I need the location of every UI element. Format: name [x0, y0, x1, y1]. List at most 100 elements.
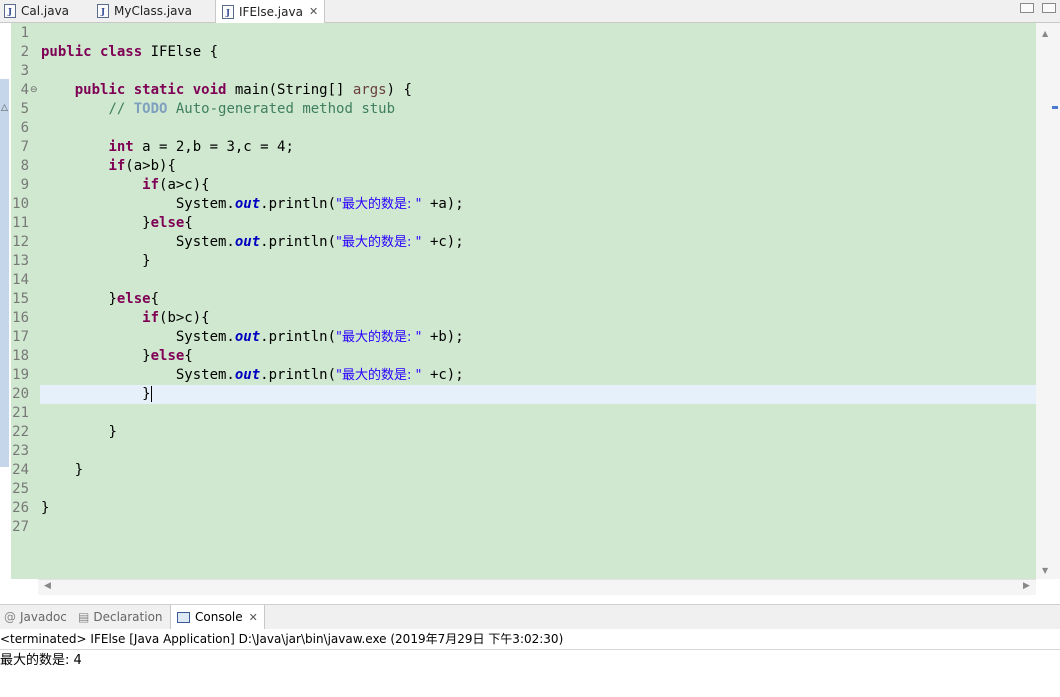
- editor-tab-bar: J Cal.java J MyClass.java J IFElse.java …: [0, 0, 1060, 23]
- code-line: System.out.println("最大的数是: " +c);: [41, 233, 464, 252]
- tab-label: MyClass.java: [114, 4, 192, 18]
- code-token: }: [74, 462, 84, 478]
- code-line: System.out.println("最大的数是: " +b);: [41, 328, 464, 347]
- tab-label: Javadoc: [20, 610, 67, 624]
- java-file-icon: J: [4, 4, 16, 18]
- keyword: if: [142, 177, 160, 193]
- line-number: 19: [12, 367, 29, 383]
- tab-label: IFElse.java: [239, 4, 303, 19]
- code-line: // TODO Auto-generated method stub: [41, 100, 395, 119]
- code-token: IFElse {: [142, 44, 219, 60]
- declaration-icon: ▤: [78, 610, 90, 624]
- scroll-up-icon[interactable]: ▲: [1042, 29, 1048, 38]
- code-token: {: [150, 291, 160, 307]
- keyword: int: [108, 139, 134, 155]
- code-token: {: [184, 215, 193, 231]
- code-line: if(b>c){: [41, 309, 210, 328]
- code-token: .println(: [260, 234, 337, 250]
- maximize-button[interactable]: [1042, 3, 1056, 13]
- keyword: else: [150, 215, 185, 231]
- at-icon: @: [4, 610, 16, 624]
- keyword: public static void: [74, 82, 227, 98]
- code-line: }: [41, 423, 117, 442]
- code-editor[interactable]: △ ⊖ 1 2 3 4 5 6 7 8 9 10 11 12 13 14 15 …: [0, 23, 1060, 595]
- code-token: }: [142, 386, 151, 402]
- code-token: }: [108, 424, 117, 440]
- code-token: }: [108, 291, 117, 307]
- line-number: 15: [12, 291, 29, 307]
- code-token: System.: [175, 234, 235, 250]
- scroll-left-icon[interactable]: ◀: [44, 581, 51, 591]
- code-text[interactable]: public class IFElse { public static void…: [41, 23, 1031, 579]
- code-line: public static void main(String[] args) {: [41, 81, 412, 100]
- line-number: 7: [20, 139, 29, 155]
- java-file-icon: J: [222, 4, 234, 19]
- static-field: out: [234, 196, 261, 212]
- line-number-gutter: 1 2 3 4 5 6 7 8 9 10 11 12 13 14 15 16 1…: [11, 23, 38, 579]
- comment: //: [108, 101, 134, 117]
- code-line: }: [41, 499, 49, 518]
- code-line: int a = 2,b = 3,c = 4;: [41, 138, 294, 157]
- close-tab-icon[interactable]: ✕: [249, 611, 258, 624]
- range-indicator: [0, 79, 9, 467]
- line-number: 17: [12, 329, 29, 345]
- line-number: 2: [20, 44, 29, 60]
- line-number: 26: [12, 500, 29, 516]
- horizontal-scrollbar[interactable]: [38, 579, 1036, 595]
- string-literal: "最大的数是: ": [336, 330, 422, 345]
- code-line: if(a>c){: [41, 176, 210, 195]
- line-number: 23: [12, 443, 29, 459]
- code-line: }else{: [41, 214, 193, 233]
- line-number: 11: [12, 215, 29, 231]
- line-number: 3: [20, 63, 29, 79]
- minimize-button[interactable]: [1020, 3, 1034, 13]
- scroll-down-icon[interactable]: ▼: [1042, 566, 1048, 575]
- code-token: a = 2,b = 3,c = 4;: [133, 139, 294, 155]
- code-token: }: [142, 348, 151, 364]
- static-field: out: [234, 234, 261, 250]
- tab-cal-java[interactable]: J Cal.java: [4, 0, 69, 22]
- keyword: else: [150, 348, 185, 364]
- line-number: 24: [12, 462, 29, 478]
- tab-ifelse-java[interactable]: J IFElse.java ✕: [215, 0, 326, 23]
- code-token: }: [41, 500, 50, 516]
- code-token: }: [142, 215, 151, 231]
- line-number: 22: [12, 424, 29, 440]
- code-token: }: [142, 253, 151, 269]
- code-token: (a>c){: [159, 177, 210, 193]
- line-number: 4: [20, 82, 29, 98]
- string-literal: "最大的数是: ": [336, 235, 422, 250]
- code-token: +c);: [421, 367, 464, 383]
- code-token: +c);: [421, 234, 464, 250]
- line-number: 8: [20, 158, 29, 174]
- line-number: 10: [12, 196, 29, 212]
- tab-label: Declaration: [93, 610, 163, 624]
- keyword: public class: [41, 44, 143, 60]
- console-output[interactable]: 最大的数是: 4: [0, 651, 1060, 671]
- tab-javadoc[interactable]: @ Javadoc: [4, 605, 67, 629]
- code-token: System.: [175, 329, 235, 345]
- tab-declaration[interactable]: ▤ Declaration: [78, 605, 163, 629]
- todo-tag: TODO: [133, 101, 168, 117]
- console-status-line: <terminated> IFElse [Java Application] D…: [0, 629, 1060, 650]
- keyword: if: [142, 310, 160, 326]
- line-number: 18: [12, 348, 29, 364]
- code-token: {: [184, 348, 193, 364]
- keyword: else: [116, 291, 151, 307]
- code-token: (b>c){: [159, 310, 210, 326]
- comment: Auto-generated method stub: [167, 101, 396, 117]
- tab-console[interactable]: Console ✕: [170, 605, 265, 629]
- scroll-right-icon[interactable]: ▶: [1023, 581, 1030, 591]
- code-line: }: [41, 252, 151, 271]
- tab-myclass-java[interactable]: J MyClass.java: [97, 0, 192, 22]
- code-token: +b);: [421, 329, 464, 345]
- static-field: out: [234, 367, 261, 383]
- line-number: 16: [12, 310, 29, 326]
- overview-ruler-marker[interactable]: [1052, 106, 1058, 109]
- code-token: .println(: [260, 329, 337, 345]
- code-token: (a>b){: [125, 158, 176, 174]
- code-line: if(a>b){: [41, 157, 176, 176]
- code-line: }: [41, 385, 152, 404]
- close-tab-icon[interactable]: ✕: [309, 5, 318, 18]
- line-number: 13: [12, 253, 29, 269]
